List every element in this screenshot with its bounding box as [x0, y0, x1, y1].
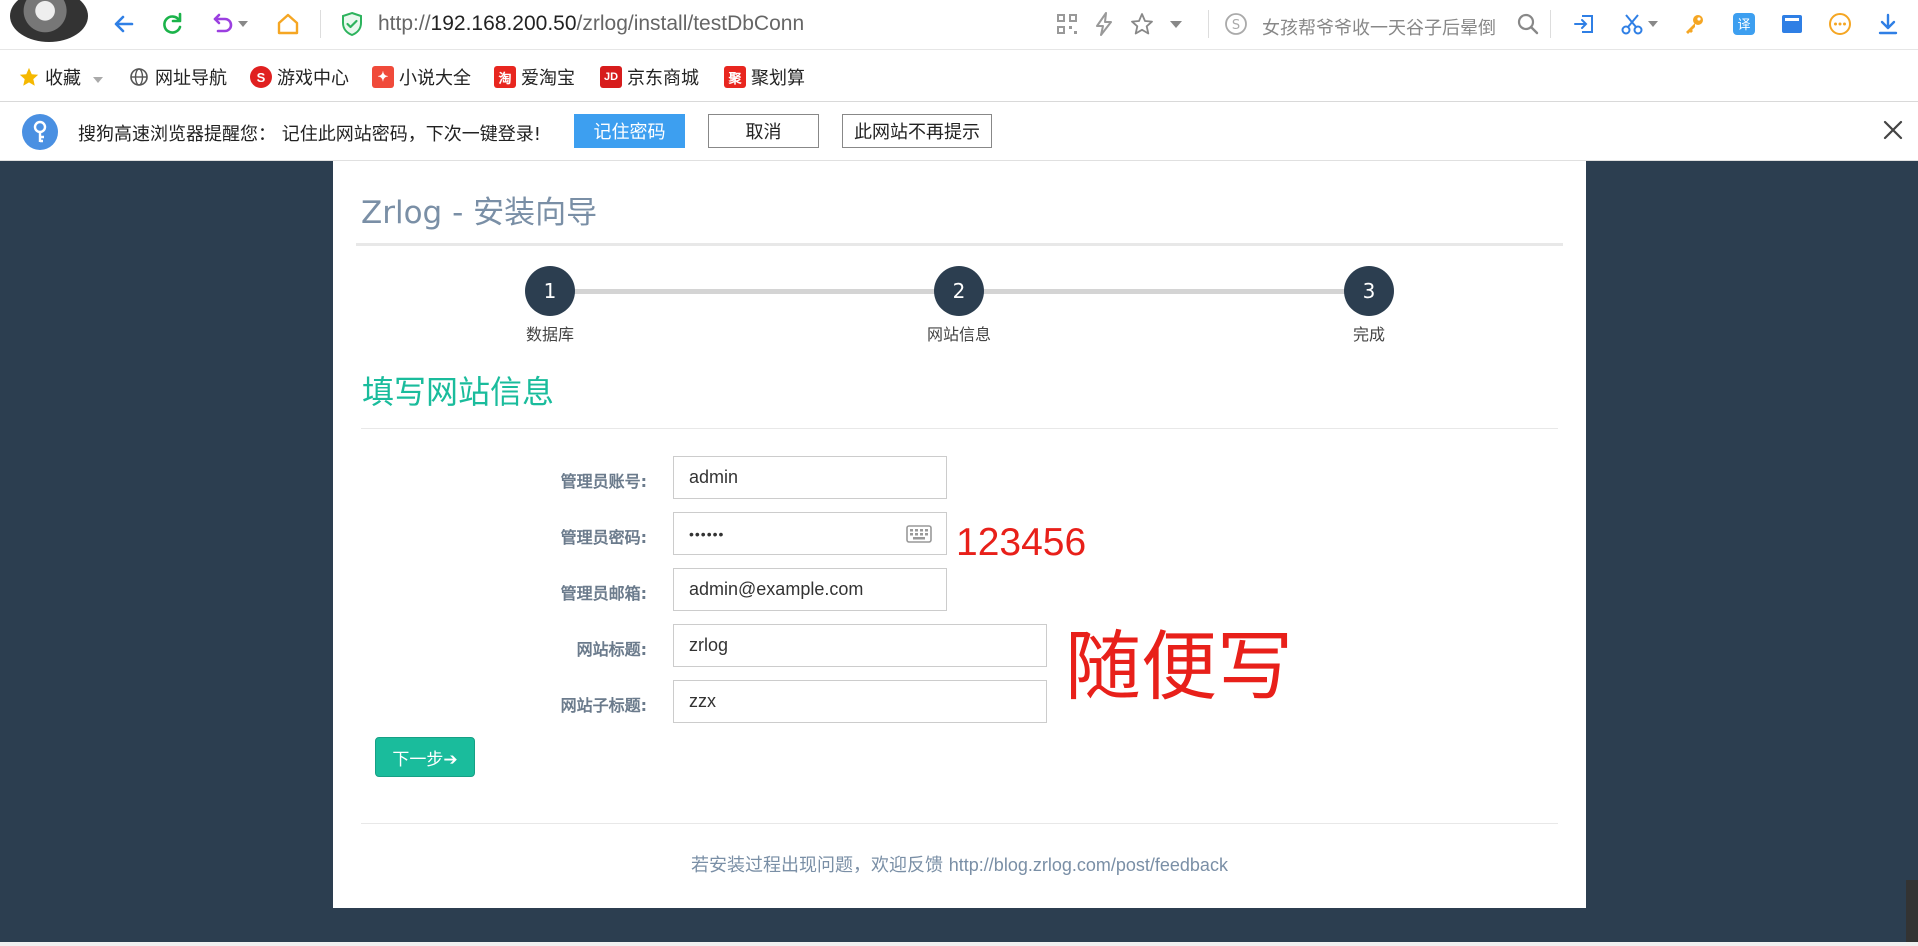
admin-email-input[interactable]: admin@example.com	[673, 568, 947, 611]
site-subtitle-input[interactable]: zzx	[673, 680, 1047, 723]
novel-icon: ✦	[372, 66, 394, 88]
divider	[361, 428, 1558, 429]
footer-text: 若安装过程出现问题，欢迎反馈	[691, 855, 949, 876]
globe-icon	[128, 66, 150, 88]
search-suggestion[interactable]: 女孩帮爷爷收一天谷子后晕倒	[1262, 14, 1496, 40]
bookmark-game-center[interactable]: S 游戏中心	[250, 64, 349, 90]
browser-toolbar: http://192.168.200.50/zrlog/install/test…	[0, 0, 1918, 50]
bookmark-taobao[interactable]: 淘 爱淘宝	[494, 64, 575, 90]
step-1-label: 数据库	[525, 325, 575, 344]
svg-text:S: S	[1232, 18, 1240, 33]
screenshot-scissors-icon[interactable]	[1618, 10, 1646, 38]
bookmarks-bar: 收藏 网址导航 S 游戏中心 ✦ 小说大全 淘 爱淘宝 JD 京东商城 聚 聚划…	[0, 50, 1918, 102]
save-password-notice: 搜狗高速浏览器提醒您： 记住此网站密码，下次一键登录! 记住密码 取消 此网站不…	[0, 102, 1918, 161]
close-notice-icon[interactable]	[1880, 117, 1906, 143]
remember-password-button[interactable]: 记住密码	[574, 114, 685, 148]
step-2-circle: 2	[934, 266, 984, 316]
back-icon[interactable]	[110, 10, 138, 38]
divider	[356, 243, 1563, 246]
site-subtitle-label: 网站子标题:	[560, 696, 647, 715]
admin-password-input[interactable]: ••••••	[673, 512, 947, 555]
site-title-label: 网站标题:	[576, 640, 647, 659]
password-annotation: 123456	[956, 521, 1087, 564]
admin-email-label: 管理员邮箱:	[560, 584, 647, 603]
qr-code-icon[interactable]	[1053, 10, 1081, 38]
site-title-input[interactable]: zrlog	[673, 624, 1047, 667]
svg-text:译: 译	[1737, 18, 1750, 33]
juhuasuan-icon: 聚	[724, 66, 746, 88]
divider	[361, 823, 1558, 824]
search-icon[interactable]	[1514, 10, 1542, 38]
secure-shield-icon	[340, 11, 364, 41]
keyboard-icon[interactable]	[906, 525, 932, 548]
login-icon[interactable]	[1570, 10, 1598, 38]
password-key-icon[interactable]	[1680, 10, 1708, 38]
window-bottom-edge	[0, 942, 1918, 946]
page-title: Zrlog - 安装向导	[361, 195, 598, 231]
sogou-game-icon: S	[250, 66, 272, 88]
bookmark-web-nav[interactable]: 网址导航	[128, 64, 227, 90]
step-3-circle: 3	[1344, 266, 1394, 316]
taobao-icon: 淘	[494, 66, 516, 88]
favorites-dropdown-icon[interactable]	[1168, 10, 1184, 38]
bookmark-novels[interactable]: ✦ 小说大全	[372, 64, 471, 90]
cancel-button[interactable]: 取消	[708, 114, 819, 148]
undo-dropdown-icon[interactable]	[236, 10, 250, 38]
jd-icon: JD	[600, 66, 622, 88]
more-options-icon[interactable]	[1826, 10, 1854, 38]
translate-icon[interactable]: 译	[1730, 10, 1758, 38]
bookmark-juhuasuan[interactable]: 聚 聚划算	[724, 64, 805, 90]
download-icon[interactable]	[1874, 10, 1902, 38]
key-icon	[22, 114, 58, 150]
volume-meter	[1906, 880, 1918, 942]
speed-mode-icon[interactable]	[1090, 10, 1118, 38]
undo-close-tab-icon[interactable]	[208, 10, 236, 38]
section-heading: 填写网站信息	[362, 373, 555, 411]
favorites-caret-icon	[93, 67, 103, 88]
step-3-label: 完成	[1352, 325, 1386, 344]
star-icon	[18, 66, 40, 88]
step-2-label: 网站信息	[926, 325, 992, 344]
never-remind-button[interactable]: 此网站不再提示	[842, 114, 992, 148]
feedback-footer: 若安装过程出现问题，欢迎反馈 http://blog.zrlog.com/pos…	[333, 851, 1586, 877]
favorite-star-icon[interactable]	[1128, 10, 1156, 38]
install-wizard-panel: Zrlog - 安装向导 1 2 3 数据库 网站信息 完成 填写网站信息 管理…	[333, 161, 1586, 908]
scissors-dropdown-icon[interactable]	[1646, 10, 1660, 38]
bookmark-favorites[interactable]: 收藏	[18, 64, 103, 90]
admin-account-label: 管理员账号:	[560, 472, 647, 491]
url-text[interactable]: http://192.168.200.50/zrlog/install/test…	[378, 12, 804, 36]
step-1-circle: 1	[525, 266, 575, 316]
home-icon[interactable]	[274, 10, 302, 38]
user-avatar[interactable]	[10, 0, 88, 42]
admin-password-label: 管理员密码:	[560, 528, 647, 547]
feedback-link[interactable]: http://blog.zrlog.com/post/feedback	[949, 855, 1228, 875]
password-mask: ••••••	[689, 525, 725, 542]
refresh-icon[interactable]	[158, 10, 186, 38]
bookmark-jd[interactable]: JD 京东商城	[600, 64, 699, 90]
sogou-search-icon: S	[1222, 10, 1250, 38]
reader-mode-icon[interactable]	[1778, 10, 1806, 38]
admin-account-input[interactable]: admin	[673, 456, 947, 499]
next-step-button[interactable]: 下一步➔	[375, 737, 475, 777]
notice-message: 搜狗高速浏览器提醒您： 记住此网站密码，下次一键登录!	[78, 124, 541, 145]
title-annotation: 随便写	[1065, 622, 1293, 711]
